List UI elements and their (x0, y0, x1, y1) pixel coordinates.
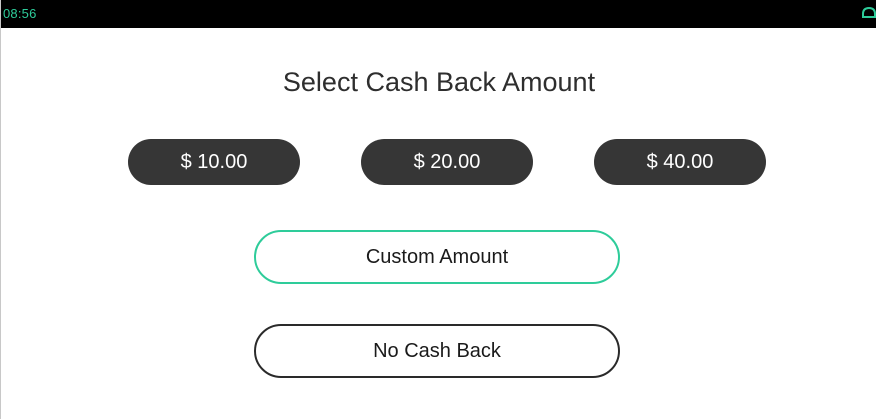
status-bar: 08:56 (1, 0, 876, 28)
custom-amount-button[interactable]: Custom Amount (254, 230, 620, 284)
cash-back-40-button[interactable]: $ 40.00 (594, 139, 766, 185)
cash-back-10-button[interactable]: $ 10.00 (128, 139, 300, 185)
status-time: 08:56 (3, 6, 37, 21)
connection-icon (861, 5, 876, 19)
page-title: Select Cash Back Amount (282, 67, 596, 97)
no-cash-back-button[interactable]: No Cash Back (254, 324, 620, 378)
cash-back-20-button[interactable]: $ 20.00 (361, 139, 533, 185)
cash-back-screen: 08:56 Select Cash Back Amount $ 10.00 $ … (0, 0, 876, 419)
